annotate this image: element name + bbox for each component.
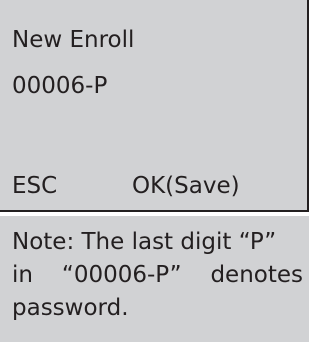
ok-save-softkey[interactable]: OK(Save) xyxy=(132,172,240,200)
note-line-1: Note: The last digit “P” xyxy=(12,229,277,255)
device-lcd-screen: New Enroll 00006-P ESC OK(Save) xyxy=(0,0,309,212)
screen-title: New Enroll xyxy=(12,27,135,53)
esc-softkey[interactable]: ESC xyxy=(12,172,57,200)
note-line-3: password. xyxy=(12,295,129,321)
enroll-user-id: 00006-P xyxy=(12,73,108,99)
note-box: Note: The last digit “P” in “00006-P” de… xyxy=(0,216,309,342)
note-line-2: in “00006-P” denotes xyxy=(12,262,303,288)
